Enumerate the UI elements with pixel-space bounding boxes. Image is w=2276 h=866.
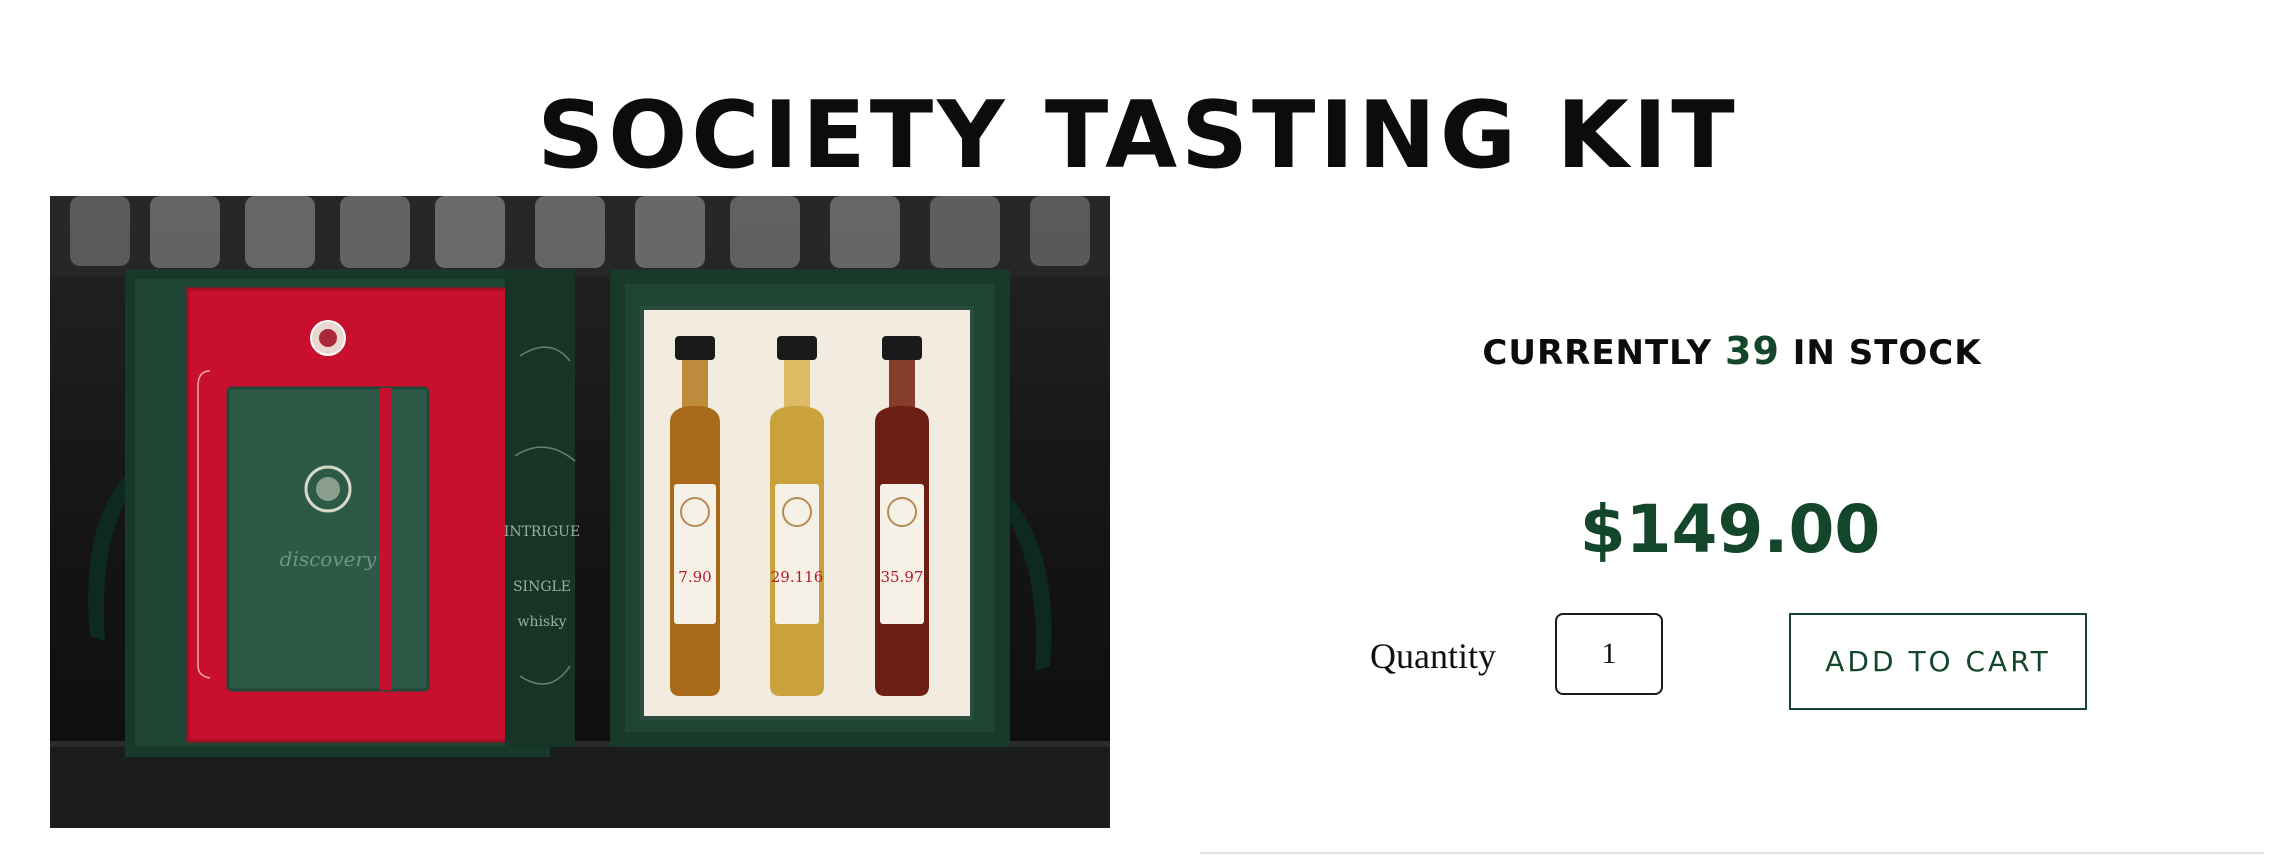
box-lid: discovery: [125, 269, 550, 757]
section-divider: [1200, 852, 2264, 854]
product-price: $149.00: [1579, 491, 1881, 568]
bottle-2-label: 29.116: [771, 568, 824, 586]
notebook-cover-text: discovery: [280, 547, 377, 571]
stock-prefix: CURRENTLY: [1482, 333, 1713, 373]
bottle-3-label: 35.97: [881, 568, 924, 586]
svg-text:whisky: whisky: [517, 614, 566, 630]
stock-suffix: IN STOCK: [1792, 333, 1982, 373]
bottle-1-label: 7.90: [678, 568, 711, 586]
add-to-cart-button[interactable]: ADD TO CART: [1789, 613, 2087, 710]
bottle-tray: 7.90 29.116 35.97: [610, 269, 1010, 747]
stock-count: 39: [1725, 329, 1780, 373]
stock-status: CURRENTLY 39 IN STOCK: [1200, 326, 2264, 378]
quantity-label: Quantity: [1370, 636, 1496, 676]
background-shelf: [50, 196, 1110, 276]
svg-text:SINGLE: SINGLE: [513, 579, 571, 595]
product-page: SOCIETY TASTING KIT discovery INTRIGUE S…: [0, 0, 2276, 866]
product-title: SOCIETY TASTING KIT: [537, 81, 1739, 190]
product-image: discovery INTRIGUE SINGLE whisky 7.90 29…: [50, 196, 1110, 828]
svg-text:INTRIGUE: INTRIGUE: [504, 524, 580, 540]
quantity-input[interactable]: [1555, 613, 1663, 695]
